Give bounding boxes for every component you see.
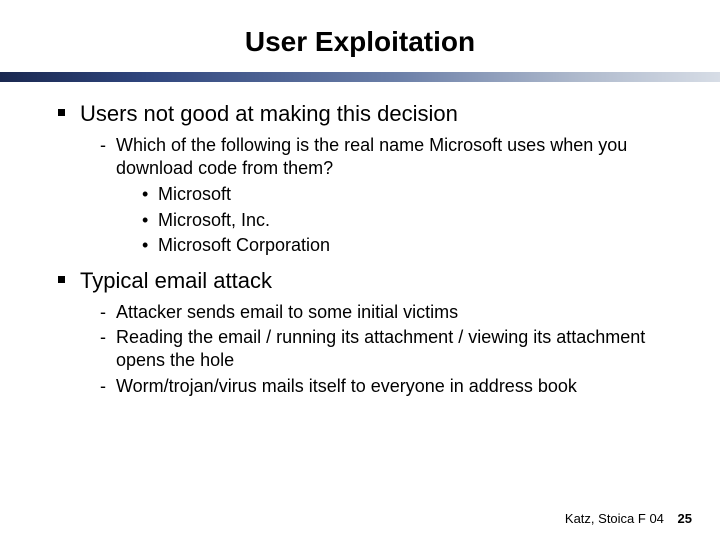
list-item: Users not good at making this decision W… — [58, 100, 672, 257]
page-number: 25 — [678, 511, 692, 526]
list-item: Typical email attack Attacker sends emai… — [58, 267, 672, 398]
sub-sub-list: Microsoft Microsoft, Inc. Microsoft Corp… — [116, 182, 672, 257]
bullet-text: Typical email attack — [80, 268, 272, 293]
footer: Katz, Stoica F 04 25 — [565, 511, 692, 526]
bullet-text: Reading the email / running its attachme… — [116, 327, 645, 370]
list-item: Worm/trojan/virus mails itself to everyo… — [100, 375, 672, 398]
bullet-text: Attacker sends email to some initial vic… — [116, 302, 458, 322]
bullet-text: Which of the following is the real name … — [116, 135, 627, 178]
sub-list: Attacker sends email to some initial vic… — [80, 301, 672, 399]
footer-credit: Katz, Stoica F 04 — [565, 511, 664, 526]
title-wrap: User Exploitation — [0, 0, 720, 58]
list-item: Which of the following is the real name … — [100, 134, 672, 258]
bullet-text: Microsoft, Inc. — [158, 210, 270, 230]
list-item: Microsoft, Inc. — [142, 208, 672, 232]
list-item: Reading the email / running its attachme… — [100, 326, 672, 373]
sub-list: Which of the following is the real name … — [80, 134, 672, 258]
bullet-text: Users not good at making this decision — [80, 101, 458, 126]
slide: User Exploitation Users not good at maki… — [0, 0, 720, 540]
divider-bar — [0, 72, 720, 82]
list-item: Microsoft — [142, 182, 672, 206]
bullet-text: Worm/trojan/virus mails itself to everyo… — [116, 376, 577, 396]
slide-title: User Exploitation — [245, 26, 475, 58]
content-area: Users not good at making this decision W… — [0, 82, 720, 398]
bullet-list: Users not good at making this decision W… — [58, 100, 672, 398]
list-item: Attacker sends email to some initial vic… — [100, 301, 672, 324]
bullet-text: Microsoft Corporation — [158, 235, 330, 255]
bullet-text: Microsoft — [158, 184, 231, 204]
list-item: Microsoft Corporation — [142, 233, 672, 257]
